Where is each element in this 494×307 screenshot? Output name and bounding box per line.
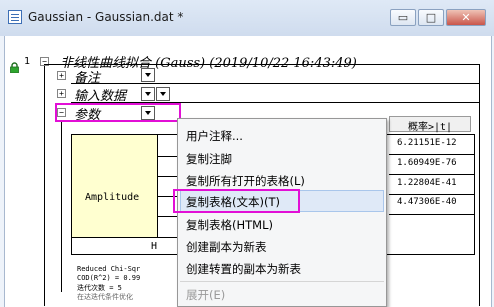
section-divider <box>71 83 479 84</box>
prob-value: 1.22804E-41 <box>397 178 457 188</box>
footer-line: 在达迭代条件优化 <box>77 293 133 301</box>
menu-item-copy-footnote[interactable]: 复制注脚 <box>186 151 232 167</box>
footer-line: Reduced Chi-Sqr <box>77 265 141 273</box>
worksheet-app-icon <box>8 10 22 24</box>
tree-line <box>44 66 45 306</box>
header-underline <box>44 64 479 65</box>
right-border-line <box>479 64 480 306</box>
report-header: 非线性曲线拟合 (Gauss) (2019/10/22 16:43:49) <box>60 56 357 71</box>
input-data-dropdown-button[interactable] <box>141 87 155 101</box>
tree-line <box>61 122 62 292</box>
row-number: 1 <box>24 56 31 67</box>
notes-expand-toggle[interactable]: + <box>57 71 66 80</box>
context-menu: 用户注释... 复制注脚 复制所有打开的表格(L) 复制表格(文本)(T) 复制… <box>173 118 387 307</box>
prob-value: 1.60949E-76 <box>397 158 457 168</box>
lock-icon <box>9 58 20 74</box>
menu-item-copy-all-open-tables[interactable]: 复制所有打开的表格(L) <box>186 173 305 189</box>
params-highlight-box <box>55 103 181 122</box>
amplitude-cell[interactable] <box>72 135 158 237</box>
menu-item-user-notes[interactable]: 用户注释... <box>186 128 243 144</box>
copy-table-text-highlight-box <box>173 189 300 213</box>
table-row-line <box>72 237 183 238</box>
notes-dropdown-button[interactable] <box>141 68 155 82</box>
table-row-line <box>389 174 475 175</box>
menu-item-expand: 展开(E) <box>186 288 226 302</box>
minimize-button[interactable]: ▭ <box>390 9 416 26</box>
prob-value: 6.21151E-12 <box>397 138 457 148</box>
footer-line: COD(R^2) = 0.99 <box>77 274 141 282</box>
column-header-prob: 概率>|t| <box>408 122 453 133</box>
title-bar[interactable]: Gaussian - Gaussian.dat * ▭ □ ✕ <box>0 0 494 36</box>
window-title: Gaussian - Gaussian.dat * <box>28 10 184 24</box>
row-label-partial: H <box>151 241 158 252</box>
close-button[interactable]: ✕ <box>446 9 486 26</box>
maximize-button[interactable]: □ <box>418 9 444 26</box>
menu-item-create-transposed-copy[interactable]: 创建转置的副本为新表 <box>186 261 301 277</box>
table-row-line <box>389 214 475 215</box>
menu-separator <box>180 281 384 282</box>
table-row-line <box>389 194 475 195</box>
menu-item-create-copy-new-table[interactable]: 创建副本为新表 <box>186 239 267 255</box>
menu-item-copy-table-html[interactable]: 复制表格(HTML) <box>186 217 273 233</box>
input-data-secondary-button[interactable] <box>156 87 170 101</box>
amplitude-label: Amplitude <box>85 192 140 203</box>
prob-value: 4.47306E-40 <box>397 197 457 207</box>
input-data-expand-toggle[interactable]: + <box>57 89 66 98</box>
table-row-line <box>389 154 475 155</box>
